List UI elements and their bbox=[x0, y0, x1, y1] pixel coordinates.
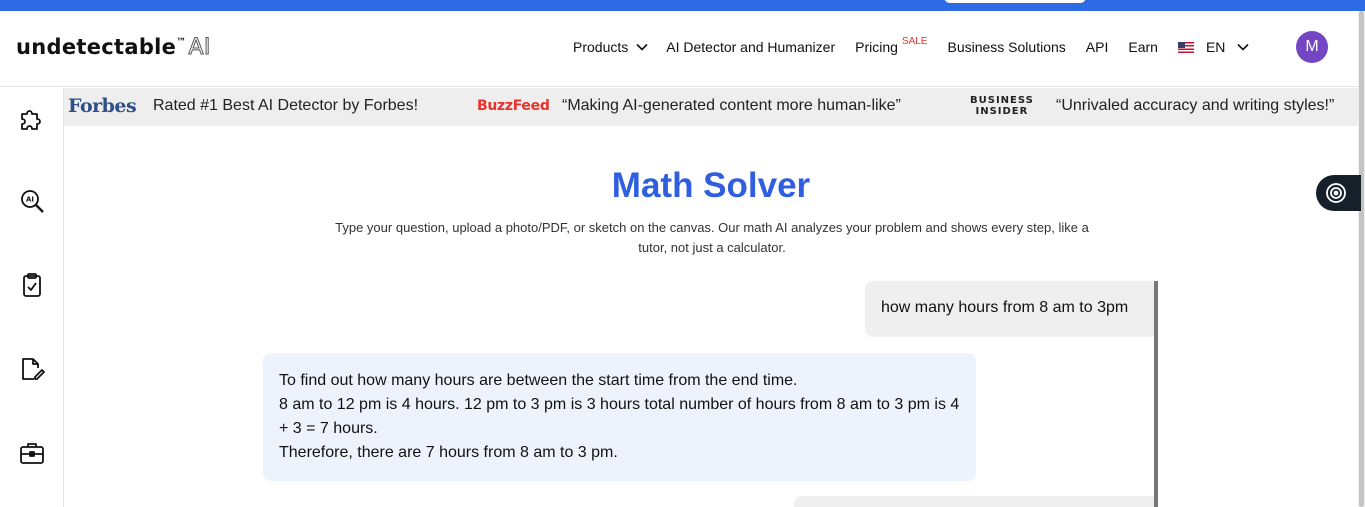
ai-response-line: Therefore, there are 7 hours from 8 am t… bbox=[279, 444, 618, 461]
tool-sidebar: AI bbox=[0, 88, 64, 507]
site-header: undetectable™AI Products AI Detector and… bbox=[0, 11, 1358, 87]
page-subtitle: Type your question, upload a photo/PDF, … bbox=[335, 220, 1089, 255]
floating-assistant-button[interactable] bbox=[1316, 175, 1361, 211]
bi-logo-line2: INSIDER bbox=[975, 106, 1029, 117]
chevron-down-icon bbox=[1237, 43, 1249, 51]
nav-products[interactable]: Products bbox=[573, 39, 648, 55]
language-label: EN bbox=[1205, 39, 1226, 55]
logo-ai: AI bbox=[188, 35, 211, 61]
business-insider-quote: “Unrivaled accuracy and writing styles!” bbox=[1056, 97, 1335, 114]
buzzfeed-logo: BuzzFeed bbox=[477, 98, 550, 114]
briefcase-icon[interactable] bbox=[19, 440, 45, 466]
logo-text: undetectable bbox=[16, 35, 177, 59]
user-message-bubble bbox=[794, 496, 1154, 507]
main-nav: Products AI Detector and Humanizer Prici… bbox=[573, 35, 1249, 56]
ai-response-line: 8 am to 12 pm is 4 hours. 12 pm to 3 pm … bbox=[279, 396, 960, 437]
chevron-down-icon bbox=[636, 43, 648, 51]
language-selector[interactable]: EN bbox=[1177, 39, 1249, 55]
nav-earn[interactable]: Earn bbox=[1128, 39, 1158, 55]
forbes-quote: Rated #1 Best AI Detector by Forbes! bbox=[153, 97, 419, 114]
bi-logo-line1: BUSINESS bbox=[970, 95, 1034, 106]
nav-ai-detector[interactable]: AI Detector and Humanizer bbox=[666, 39, 835, 55]
page-scrollbar[interactable] bbox=[1358, 11, 1365, 507]
ai-response-bubble: To find out how many hours are between t… bbox=[263, 353, 976, 481]
announcement-pill[interactable] bbox=[944, 0, 1086, 3]
chat-divider bbox=[1154, 281, 1158, 507]
logo-trademark: ™ bbox=[176, 37, 187, 48]
brand-logo[interactable]: undetectable™AI bbox=[16, 35, 211, 61]
nav-products-label: Products bbox=[573, 39, 629, 55]
buzzfeed-quote: “Making AI-generated content more human-… bbox=[562, 97, 901, 114]
page-title: Math Solver bbox=[611, 166, 811, 205]
us-flag-icon bbox=[1177, 41, 1194, 53]
top-announcement-strip bbox=[0, 0, 1365, 11]
ai-response-line: To find out how many hours are between t… bbox=[279, 372, 798, 389]
ai-search-icon[interactable]: AI bbox=[19, 188, 45, 214]
business-insider-logo: BUSINESS INSIDER bbox=[970, 95, 1034, 117]
nav-business-solutions[interactable]: Business Solutions bbox=[947, 39, 1065, 55]
scrollbar-thumb[interactable] bbox=[1359, 11, 1364, 507]
nav-pricing-label: Pricing bbox=[855, 39, 898, 55]
target-icon bbox=[1326, 183, 1346, 203]
user-avatar[interactable]: M bbox=[1296, 31, 1328, 63]
sale-badge: SALE bbox=[901, 35, 928, 47]
svg-text:AI: AI bbox=[26, 196, 34, 204]
puzzle-icon[interactable] bbox=[19, 105, 45, 131]
forbes-logo: Forbes bbox=[68, 95, 137, 117]
nav-pricing[interactable]: Pricing SALE bbox=[855, 35, 928, 56]
nav-api[interactable]: API bbox=[1086, 39, 1109, 55]
user-message-bubble: how many hours from 8 am to 3pm bbox=[865, 281, 1154, 337]
clipboard-check-icon[interactable] bbox=[19, 272, 45, 298]
document-edit-icon[interactable] bbox=[19, 356, 45, 382]
press-banner: Forbes Rated #1 Best AI Detector by Forb… bbox=[64, 88, 1358, 126]
